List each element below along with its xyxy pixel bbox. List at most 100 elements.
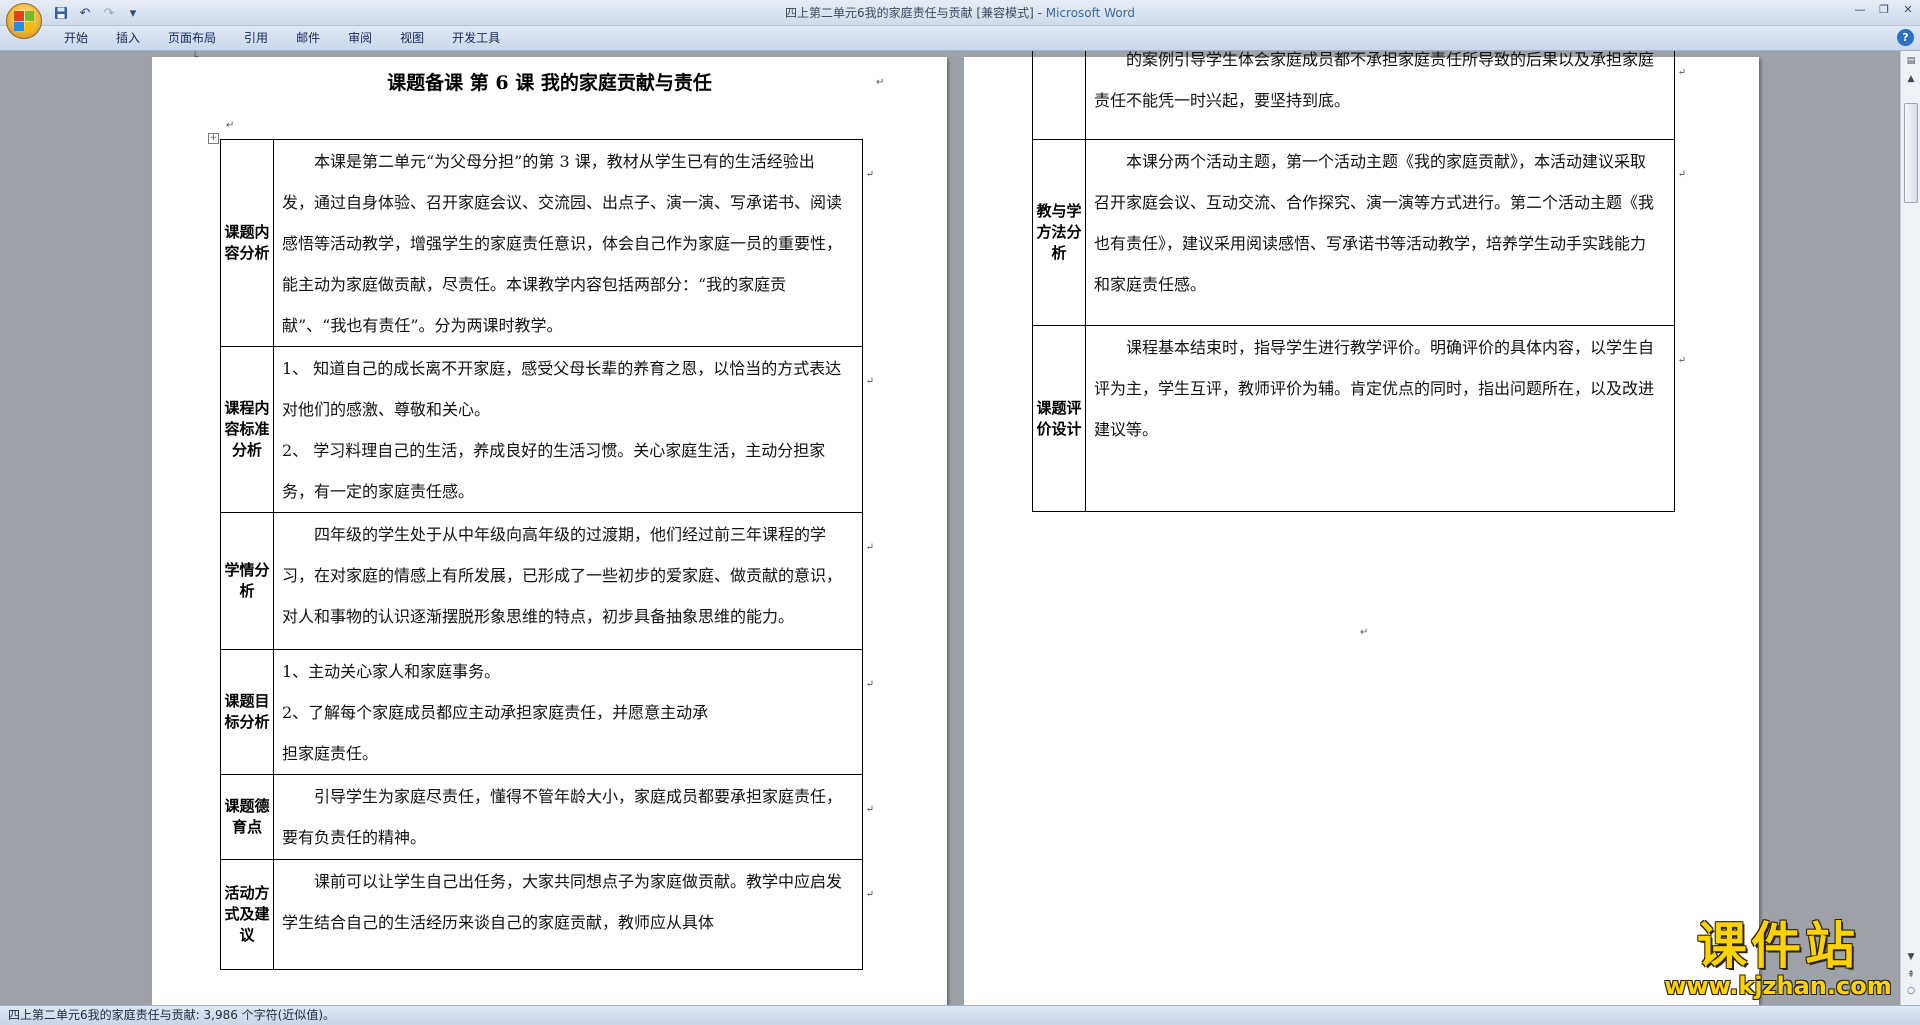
content-paragraph: 的案例引导学生体会家庭成员都不承担家庭责任所导致的后果以及承担家庭责任不能凭一时…	[1094, 51, 1655, 110]
row-label[interactable]: 课题内容分析	[220, 139, 274, 347]
content-paragraph: 1、主动关心家人和家庭事务。	[282, 662, 501, 681]
table-row: 的案例引导学生体会家庭成员都不承担家庭责任所导致的后果以及承担家庭责任不能凭一时…	[1032, 51, 1686, 140]
content-paragraph: 课程基本结束时，指导学生进行教学评价。明确评价的具体内容，以学生自评为主，学生互…	[1094, 338, 1655, 439]
row-label[interactable]	[1032, 51, 1086, 140]
table-row: 课题目标分析 1、主动关心家人和家庭事务。 2、了解每个家庭成员都应主动承担家庭责任…	[220, 649, 874, 775]
table-row: 活动方式及建议 课前可以让学生自己出任务，大家共同想点子为家庭做贡献。教学中应启发…	[220, 859, 874, 970]
ribbon-tab[interactable]: 邮件	[282, 29, 334, 48]
ribbon-tab[interactable]: 视图	[386, 29, 438, 48]
row-label-text: 课题内容分析	[224, 223, 270, 262]
page-left[interactable]: └ 课题备课 第 6 课 我的家庭贡献与责任 ↵ + ↵ 课题内容分析 本课是第二…	[152, 53, 947, 1005]
scroll-down-icon[interactable]: ▼	[1903, 949, 1919, 965]
content-paragraph: 引导学生为家庭尽责任，懂得不管年龄大小，家庭成员都要承担家庭责任，要有负责任的精…	[282, 787, 843, 847]
ribbon-tab[interactable]: 开始	[50, 29, 102, 48]
row-content[interactable]: 课前可以让学生自己出任务，大家共同想点子为家庭做贡献。教学中应启发学生结合自己的…	[273, 859, 874, 970]
ribbon-tab[interactable]: 引用	[230, 29, 282, 48]
row-label-text: 课题德育点	[224, 797, 270, 836]
title-bar: ↶ ↷ ▾ 四上第二单元6我的家庭责任与贡献 [兼容模式] - Microsof…	[0, 0, 1920, 39]
document-workspace[interactable]: └ 课题备课 第 6 课 我的家庭贡献与责任 ↵ + ↵ 课题内容分析 本课是第二…	[0, 51, 1900, 1005]
page-right[interactable]: 的案例引导学生体会家庭成员都不承担家庭责任所导致的后果以及承担家庭责任不能凭一时…	[964, 51, 1759, 1005]
cell-end-mark-icon: ↵	[865, 889, 874, 900]
content-paragraph: 担家庭责任。	[282, 744, 379, 763]
table-row: 课程内容标准分析 1、 知道自己的成长离不开家庭，感受父母长辈的养育之恩，以恰当的…	[220, 346, 874, 513]
content-paragraph: 2、了解每个家庭成员都应主动承担家庭责任，并愿意主动承	[282, 703, 709, 722]
office-button[interactable]	[6, 3, 42, 39]
ribbon-tab[interactable]: 审阅	[334, 29, 386, 48]
lesson-table-right: 的案例引导学生体会家庭成员都不承担家庭责任所导致的后果以及承担家庭责任不能凭一时…	[1032, 51, 1686, 512]
table-row: 学情分析 四年级的学生处于从中年级向高年级的过渡期，他们经过前三年课程的学习，在对…	[220, 512, 874, 650]
row-content[interactable]: 本课是第二单元“为父母分担”的第 3 课，教材从学生已有的生活经验出发，通过自身…	[273, 139, 874, 347]
row-content[interactable]: 1、主动关心家人和家庭事务。 2、了解每个家庭成员都应主动承担家庭责任，并愿意主动…	[273, 649, 874, 775]
row-content[interactable]: 引导学生为家庭尽责任，懂得不管年龄大小，家庭成员都要承担家庭责任，要有负责任的精…	[273, 774, 874, 860]
row-label[interactable]: 课题德育点	[220, 774, 274, 860]
row-label[interactable]: 课题评价设计	[1032, 325, 1086, 512]
content-paragraph: 1、 知道自己的成长离不开家庭，感受父母长辈的养育之恩，以恰当的方式表达对他们的…	[282, 359, 842, 419]
close-icon[interactable]: ✕	[1896, 0, 1920, 18]
ruler-toggle-icon[interactable]: ▤	[1903, 53, 1919, 69]
content-paragraph: 2、 学习料理自己的生活，养成良好的生活习惯。关心家庭生活，主动分担家务，有一定…	[282, 441, 826, 501]
table-row: 课题内容分析 本课是第二单元“为父母分担”的第 3 课，教材从学生已有的生活经验出…	[220, 139, 874, 347]
content-paragraph: 四年级的学生处于从中年级向高年级的过渡期，他们经过前三年课程的学习，在对家庭的情…	[282, 525, 843, 626]
table-row: 课题评价设计 课程基本结束时，指导学生进行教学评价。明确评价的具体内容，以学生自评…	[1032, 325, 1686, 512]
row-content[interactable]: 的案例引导学生体会家庭成员都不承担家庭责任所导致的后果以及承担家庭责任不能凭一时…	[1085, 51, 1686, 140]
cell-end-mark-icon: ↵	[865, 804, 874, 815]
status-bar: 四上第二单元6我的家庭责任与贡献: 3,986 个字符(近似值)。	[0, 1005, 1920, 1025]
watermark-url: www.kjzhan.com	[1664, 972, 1892, 1000]
margin-corner-mark: └	[192, 52, 199, 63]
ribbon-tabs: 开始 插入 页面布局 引用 邮件 审阅 视图 开发工具	[50, 29, 514, 48]
help-icon[interactable]: ?	[1897, 29, 1914, 46]
row-content[interactable]: 1、 知道自己的成长离不开家庭，感受父母长辈的养育之恩，以恰当的方式表达对他们的…	[273, 346, 874, 513]
row-label[interactable]: 课程内容标准分析	[220, 346, 274, 513]
cell-end-mark-icon: ↵	[865, 169, 874, 180]
row-label[interactable]: 课题目标分析	[220, 649, 274, 775]
window-title-separator: -	[1033, 6, 1046, 20]
row-content[interactable]: 课程基本结束时，指导学生进行教学评价。明确评价的具体内容，以学生自评为主，学生互…	[1085, 325, 1686, 512]
row-label-text: 课程内容标准分析	[224, 399, 270, 459]
table-move-handle-icon[interactable]: +	[208, 133, 219, 144]
vertical-scrollbar[interactable]: ▤ ▲ ▼ ⇞ ○	[1900, 51, 1920, 1005]
previous-page-icon[interactable]: ⇞	[1903, 967, 1919, 983]
ribbon-tab[interactable]: 开发工具	[438, 29, 514, 48]
row-label[interactable]: 学情分析	[220, 512, 274, 650]
minimize-icon[interactable]: —	[1848, 0, 1872, 18]
office-logo-icon	[14, 11, 34, 31]
scrollbar-thumb[interactable]	[1904, 103, 1918, 203]
content-paragraph: 课前可以让学生自己出任务，大家共同想点子为家庭做贡献。教学中应启发学生结合自己的…	[282, 872, 843, 932]
row-label[interactable]: 活动方式及建议	[220, 859, 274, 970]
window-title-app: Microsoft Word	[1045, 6, 1136, 20]
row-label-text: 课题目标分析	[224, 692, 270, 731]
row-content[interactable]: 本课分两个活动主题，第一个活动主题《我的家庭贡献》，本活动建议采取召开家庭会议、…	[1085, 139, 1686, 326]
cell-end-mark-icon: ↵	[1677, 355, 1686, 366]
table-row: 教与学方法分析 本课分两个活动主题，第一个活动主题《我的家庭贡献》，本活动建议采取…	[1032, 139, 1686, 326]
row-label-text: 学情分析	[224, 561, 270, 600]
cell-end-mark-icon: ↵	[1677, 67, 1686, 78]
content-paragraph: 本课分两个活动主题，第一个活动主题《我的家庭贡献》，本活动建议采取召开家庭会议、…	[1094, 152, 1655, 294]
document-title[interactable]: 课题备课 第 6 课 我的家庭贡献与责任	[152, 68, 947, 95]
paragraph-mark-icon: ↵	[1360, 627, 1369, 638]
cell-end-mark-icon: ↵	[1677, 169, 1686, 180]
row-label-text: 活动方式及建议	[224, 884, 270, 944]
row-content[interactable]: 四年级的学生处于从中年级向高年级的过渡期，他们经过前三年课程的学习，在对家庭的情…	[273, 512, 874, 650]
paragraph-mark-icon: ↵	[876, 77, 885, 88]
watermark-logo: 课件站 www.kjzhan.com	[1658, 919, 1898, 999]
window-title: 四上第二单元6我的家庭责任与贡献 [兼容模式] - Microsoft Word	[0, 4, 1920, 21]
row-label-text: 课题评价设计	[1036, 398, 1082, 438]
window-title-document: 四上第二单元6我的家庭责任与贡献 [兼容模式]	[784, 6, 1034, 20]
scroll-up-icon[interactable]: ▲	[1903, 71, 1919, 87]
row-label[interactable]: 教与学方法分析	[1032, 139, 1086, 326]
table-row: 课题德育点 引导学生为家庭尽责任，懂得不管年龄大小，家庭成员都要承担家庭责任，要有…	[220, 774, 874, 860]
lesson-table-left: 课题内容分析 本课是第二单元“为父母分担”的第 3 课，教材从学生已有的生活经验出…	[220, 139, 874, 970]
cell-end-mark-icon: ↵	[865, 679, 874, 690]
paragraph-mark-icon: ↵	[226, 120, 235, 131]
select-browse-object-icon[interactable]: ○	[1903, 983, 1919, 999]
status-word-count[interactable]: 四上第二单元6我的家庭责任与贡献: 3,986 个字符(近似值)。	[8, 1008, 335, 1022]
window-controls: — ❐ ✕	[1848, 0, 1920, 18]
ribbon: 开始 插入 页面布局 引用 邮件 审阅 视图 开发工具 ?	[0, 26, 1920, 51]
cell-end-mark-icon: ↵	[865, 542, 874, 553]
restore-icon[interactable]: ❐	[1872, 0, 1896, 18]
row-label-text: 教与学方法分析	[1036, 202, 1082, 262]
ribbon-tab[interactable]: 插入	[102, 29, 154, 48]
content-paragraph: 本课是第二单元“为父母分担”的第 3 课，教材从学生已有的生活经验出发，通过自身…	[282, 152, 843, 335]
watermark-main-text: 课件站	[1697, 917, 1859, 975]
ribbon-tab[interactable]: 页面布局	[154, 29, 230, 48]
